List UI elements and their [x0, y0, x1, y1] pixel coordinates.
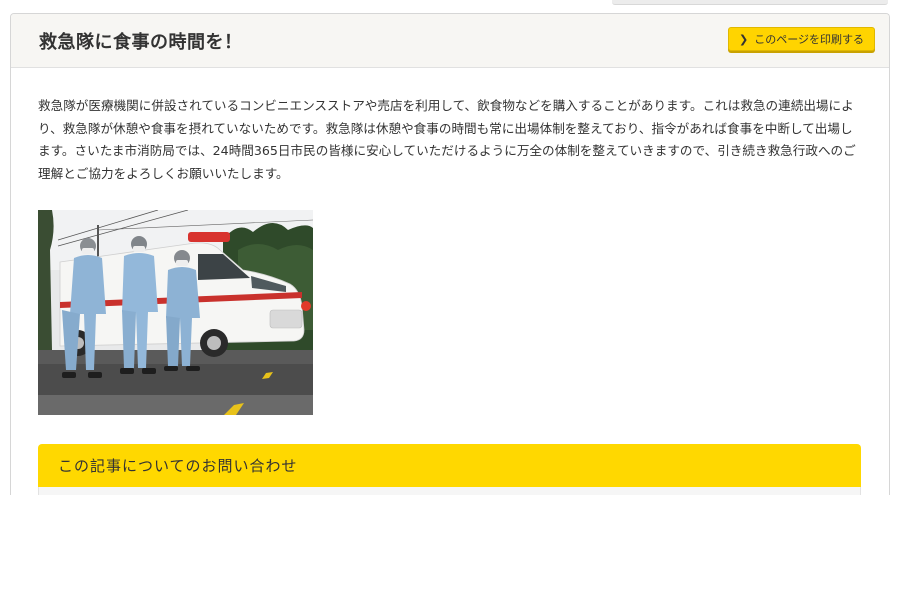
ambulance-crew-photo [38, 210, 313, 415]
contact-heading: この記事についてのお問い合わせ [38, 444, 861, 487]
print-page-button-label: このページを印刷する [754, 33, 864, 46]
article-paragraph: 救急隊が医療機関に併設されているコンビニエンスストアや売店を利用して、飲食物など… [38, 98, 856, 181]
page-title: 救急隊に食事の時間を！ [39, 32, 243, 53]
article-header: 救急隊に食事の時間を！ ❯ このページを印刷する [11, 14, 889, 68]
contact-body [38, 487, 861, 495]
chevron-right-icon: ❯ [739, 32, 749, 46]
print-page-button[interactable]: ❯ このページを印刷する [728, 27, 875, 51]
article-panel: 救急隊に食事の時間を！ ❯ このページを印刷する 救急隊が医療機関に併設されてい… [10, 13, 890, 495]
top-tab [612, 0, 888, 5]
contact-box: この記事についてのお問い合わせ [38, 444, 861, 495]
